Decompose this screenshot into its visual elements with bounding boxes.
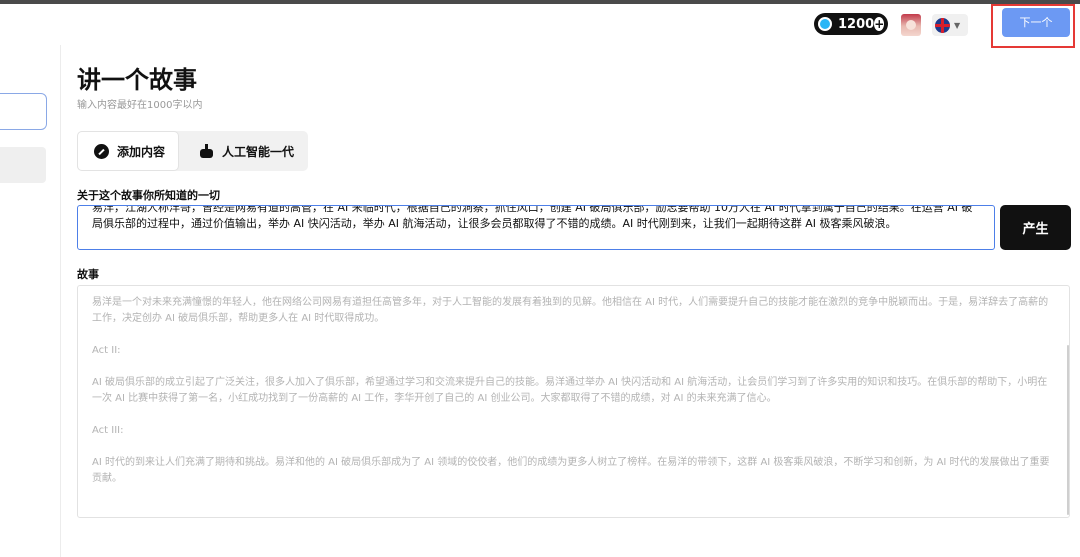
page-subtitle: 输入内容最好在1000字以内 <box>77 100 203 111</box>
uk-flag-icon <box>935 17 950 33</box>
next-button[interactable]: 下一个 <box>1002 8 1070 37</box>
story-paragraph: 易洋是一个对未来充满憧憬的年轻人，他在网络公司网易有道担任高管多年，对于人工智能… <box>92 297 1049 324</box>
story-output[interactable]: 易洋是一个对未来充满憧憬的年轻人，他在网络公司网易有道担任高管多年，对于人工智能… <box>77 285 1070 518</box>
tab-ai-generate[interactable]: 人工智能一代 <box>179 131 294 171</box>
credits-badge[interactable]: 1200 + <box>814 13 888 35</box>
story-paragraph: Act II: <box>92 345 121 356</box>
language-selector[interactable]: ▼ <box>932 14 968 36</box>
about-story-input[interactable]: 易洋，江湖人称洋哥，曾经是网易有道的高管，在 AI 来临时代，根据自己的洞察，抓… <box>77 205 995 250</box>
story-label: 故事 <box>77 268 99 281</box>
gem-icon <box>818 17 832 31</box>
tab-add-content[interactable]: 添加内容 <box>77 131 179 171</box>
chevron-down-icon: ▼ <box>954 20 961 30</box>
story-paragraph: AI 时代的到来让人们充满了期待和挑战。易洋和他的 AI 破局俱乐部成为了 AI… <box>92 457 1050 484</box>
about-story-label: 关于这个故事你所知道的一切 <box>77 189 220 202</box>
page-title: 讲一个故事 <box>77 66 197 94</box>
tab-label: 人工智能一代 <box>222 144 295 159</box>
add-credits-icon[interactable]: + <box>874 17 885 31</box>
mode-tabs: 添加内容 人工智能一代 <box>77 131 308 171</box>
story-paragraph: Act III: <box>92 425 124 436</box>
credits-count: 1200 <box>838 16 875 32</box>
sidebar-input[interactable] <box>0 93 47 130</box>
edit-icon <box>94 143 109 159</box>
sidebar-item[interactable] <box>0 147 46 183</box>
about-story-text: 易洋，江湖人称洋哥，曾经是网易有道的高管，在 AI 来临时代，根据自己的洞察，抓… <box>92 205 973 230</box>
window-top-border <box>0 0 1080 4</box>
generate-button[interactable]: 产生 <box>1000 205 1071 250</box>
user-avatar[interactable] <box>901 14 921 36</box>
robot-icon <box>199 143 214 159</box>
story-paragraph: AI 破局俱乐部的成立引起了广泛关注，很多人加入了俱乐部，希望通过学习和交流来提… <box>92 377 1048 404</box>
story-scrollbar[interactable] <box>1067 345 1069 515</box>
tab-label: 添加内容 <box>117 144 166 159</box>
sidebar-divider <box>60 45 61 557</box>
